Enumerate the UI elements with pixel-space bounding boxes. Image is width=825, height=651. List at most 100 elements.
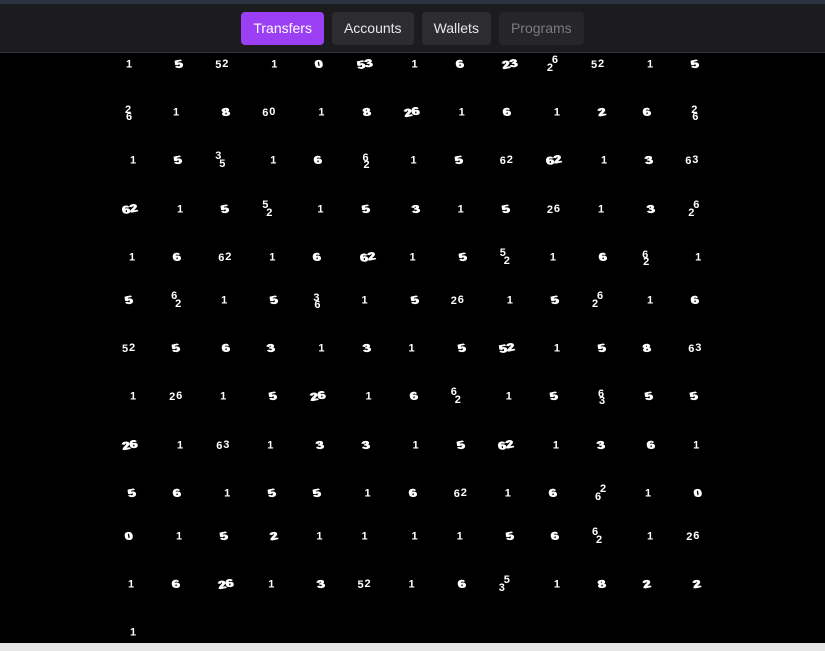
grid-glyph: 5 [409,293,420,308]
grid-glyph: 62 [496,437,515,453]
grid-glyph: 1 [411,530,418,543]
tab-wallets[interactable]: Wallets [421,11,491,45]
tab-bar: Transfers Accounts Wallets Programs [0,4,825,53]
grid-glyph: 26 [217,577,235,593]
grid-glyph: 5 [453,154,464,168]
tab-accounts[interactable]: Accounts [331,11,414,45]
grid-glyph: 62 [499,154,513,168]
grid-glyph: 5 [219,529,230,544]
grid-glyph: 1 [125,58,133,71]
grid-glyph: 3 [266,342,277,356]
grid-glyph: 6 [221,342,232,356]
grid-glyph: 3 [361,342,372,356]
grid-glyph: 5 [269,293,280,308]
grid-glyph: 5 [360,202,371,216]
grid-glyph: 5 [267,486,278,500]
grid-glyph: 5 [643,390,654,404]
grid-glyph: 1 [177,439,184,452]
grid-glyph: 8 [641,342,652,356]
grid-glyph: 62 [218,250,232,264]
grid-glyph: 6 [641,106,652,120]
grid-glyph: 5 [268,390,279,404]
grid-glyph: 1 [647,530,654,543]
grid-glyph: 5 [123,293,134,308]
grid-glyph: 62 [592,290,604,310]
grid-glyph: 5 [689,390,700,404]
grid-glyph: 6 [597,250,608,264]
grid-glyph: 1 [549,251,556,264]
grid-glyph: 1 [647,294,654,307]
grid-glyph: 6 [170,578,181,592]
grid-glyph: 1 [361,294,368,307]
grid-glyph: 36 [313,292,321,311]
grid-glyph: 52 [122,342,136,356]
tab-programs[interactable]: Programs [498,11,584,45]
grid-glyph: 6 [456,578,467,592]
grid-glyph: 6 [690,293,701,308]
grid-glyph: 1 [318,342,325,355]
grid-glyph: 1 [408,578,415,591]
grid-glyph: 1 [224,487,231,500]
grid-glyph: 26 [169,390,183,404]
grid-glyph: 2 [269,529,280,544]
grid-glyph: 5 [173,57,184,72]
grid-glyph: 1 [361,530,368,543]
grid-glyph: 1 [128,251,136,264]
grid-glyph: 1 [645,487,652,500]
grid-glyph: 8 [361,106,372,120]
grid-glyph: 62 [545,153,563,169]
grid-glyph: 3 [360,438,371,452]
grid-glyph: 5 [456,342,467,356]
grid-glyph: 0 [123,529,134,544]
grid-glyph: 6 [549,529,560,544]
grid-glyph: 1 [270,154,277,167]
bottom-scroll-strip [0,643,825,651]
grid-glyph: 1 [506,294,513,307]
grid-glyph: 5 [504,529,515,544]
grid-glyph: 63 [216,438,230,452]
grid-glyph: 1 [129,390,137,403]
grid-glyph: 1 [456,530,463,543]
grid-glyph: 3 [315,438,326,452]
grid-glyph: 6 [454,57,465,72]
grid-glyph: 3 [645,202,656,216]
grid-glyph: 6 [312,250,323,264]
grid-glyph: 6 [408,390,419,404]
grid-glyph: 1 [267,439,274,452]
grid-glyph: 52 [497,341,516,357]
grid-glyph: 1 [176,530,183,543]
grid-glyph: 1 [317,203,324,216]
grid-glyph: 5 [549,293,560,308]
grid-glyph: 1 [268,578,275,591]
grid-glyph: 3 [643,154,654,168]
grid-glyph: 1 [553,578,560,591]
grid-glyph: 1 [505,390,512,403]
grid-glyph: 8 [596,578,607,592]
grid-glyph: 26 [125,104,133,124]
grid-glyph: 60 [262,106,276,120]
grid-glyph: 63 [688,342,702,356]
grid-glyph: 2 [596,106,607,120]
grid-glyph: 5 [455,438,466,452]
grid-glyph: 1 [412,439,419,452]
grid-glyph: 1 [220,390,227,403]
glyph-canvas: 1 5 5 2 1 0 53 1 6 23 6 2 5 2 1 5 2 6 1 8 6 0 1 8 26 1 6 1 2 6 2 6 1 5 3 5 1… [0,53,825,643]
grid-glyph: 6 [171,486,182,500]
grid-glyph: 5 [690,57,701,72]
grid-glyph: 6 [501,106,512,120]
grid-glyph: 0 [314,57,325,72]
grid-glyph: 1 [127,578,135,591]
grid-glyph: 8 [221,106,232,120]
grid-glyph: 62 [688,198,700,219]
grid-glyph: 1 [177,203,184,216]
grid-glyph: 53 [355,57,374,72]
grid-glyph: 26 [546,202,561,216]
grid-glyph: 63 [685,154,699,168]
grid-glyph: 5 [596,342,607,356]
grid-glyph: 1 [553,342,560,355]
grid-glyph: 1 [411,58,418,71]
grid-glyph: 6 [171,250,182,264]
tab-transfers[interactable]: Transfers [241,11,324,45]
grid-glyph: 52 [499,246,510,267]
grid-glyph: 62 [546,54,559,74]
